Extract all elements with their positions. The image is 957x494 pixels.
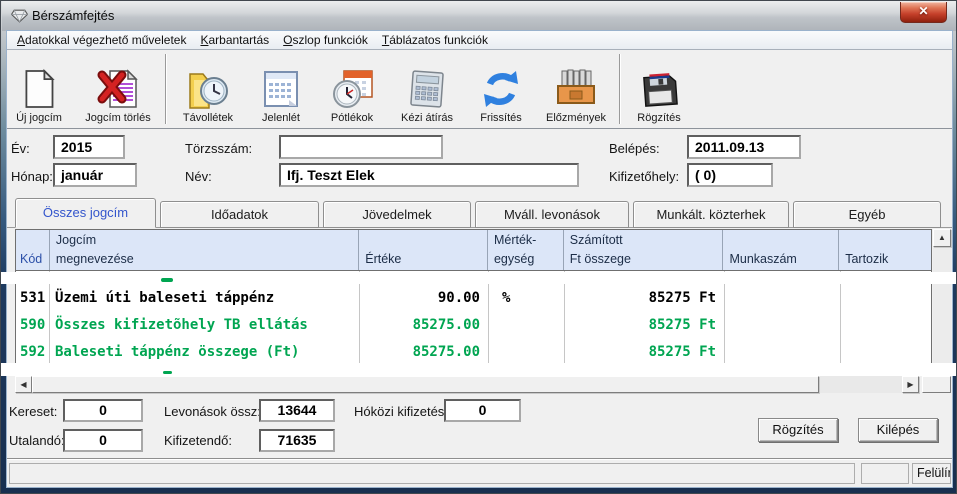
calendar-icon [259,67,303,111]
table-body: 531 Üzemi úti baleseti táppénz 90.00 % 8… [15,271,932,376]
column-header-munkaszam[interactable]: Munkaszám [722,230,838,270]
earnings-input[interactable]: 0 [63,399,143,422]
menu-item-oszlop-funkciok[interactable]: Oszlop funkciók [276,32,375,48]
tab-osszes-jogcim[interactable]: Összes jogcím [15,198,156,228]
vertical-scrollbar[interactable]: ▲ [933,229,951,376]
app-gem-icon [11,7,28,24]
status-panel-secondary [861,463,909,484]
card-file-icon [554,67,598,111]
payable-input[interactable]: 71635 [259,429,335,452]
calculator-icon [405,67,449,111]
menu-item-tablazatos-funkciok[interactable]: Táblázatos funkciók [375,32,495,48]
employee-id-input[interactable] [279,135,443,159]
column-header-mertekegyseg[interactable]: Mérték-egység [487,230,563,270]
folder-clock-icon [186,67,230,111]
employee-id-label: Törzsszám: [185,141,252,156]
scroll-left-button[interactable]: ◀ [15,376,32,393]
table-row[interactable]: 590 Összes kifizetõhely TB ellátás 85275… [16,312,931,339]
scroll-up-button[interactable]: ▲ [933,229,951,247]
menu-bar: Adatokkal végezhető műveletek Karbantart… [7,31,952,50]
midmonth-payment-input[interactable]: 0 [444,399,521,422]
absences-button[interactable]: Távollétek [170,56,246,124]
clock-calendar-icon [330,67,374,111]
tab-egyeb[interactable]: Egyéb [793,201,941,228]
transfer-label: Utalandó: [9,433,65,448]
year-input[interactable]: 2015 [53,135,125,159]
deductions-label: Levonások össz: [164,404,261,419]
new-item-button[interactable]: Új jogcím [9,56,69,124]
scroll-right-button[interactable]: ▶ [902,376,919,393]
new-document-icon [21,67,57,111]
scrollbar-corner [922,376,951,393]
name-label: Név: [185,169,212,184]
deductions-input[interactable]: 13644 [259,399,335,422]
tab-mvall-levonasok[interactable]: Mváll. levonások [475,201,629,228]
tab-munkalt-kozterhek[interactable]: Munkált. közterhek [633,201,789,228]
scroll-right-icon: ▶ [907,380,913,389]
delete-item-button[interactable]: Jogcím törlés [71,56,165,124]
toolbar: Új jogcím Jogcím törlés Távollétek [7,51,952,129]
clipped-row-fragment [163,371,172,374]
table-row[interactable]: 531 Üzemi úti baleseti táppénz 90.00 % 8… [16,285,931,312]
scroll-left-icon: ◀ [20,380,26,389]
app-window: Bérszámfejtés ✕ Adatokkal végezhető műve… [0,0,957,494]
entry-date-input[interactable]: 2011.09.13 [687,135,801,159]
table-header: Kód Jogcímmegnevezése Értéke Mérték-egys… [15,229,932,271]
scroll-up-icon: ▲ [938,233,946,242]
stitch-band [1,272,957,284]
column-header-erteke[interactable]: Értéke [358,230,487,270]
column-header-szamitott[interactable]: SzámítottFt összege [563,230,723,270]
presence-button[interactable]: Jelenlét [248,56,314,124]
payable-label: Kifizetendő: [164,433,232,448]
status-mode-panel: Felülír [912,463,951,484]
supplements-button[interactable]: Pótlékok [318,56,386,124]
clipped-row-fragment [161,278,173,282]
month-label: Hónap: [11,169,53,184]
entry-date-label: Belépés: [609,141,660,156]
payment-office-label: Kifizetőhely: [609,169,679,184]
tab-strip: Összes jogcím Időadatok Jövedelmek Mváll… [7,197,952,228]
toolbar-separator [619,54,620,124]
column-header-tartozik[interactable]: Tartozik [838,230,931,270]
history-button[interactable]: Előzmények [536,56,616,124]
name-input[interactable]: Ifj. Teszt Elek [279,163,579,187]
midmonth-payment-label: Hóközi kifizetés: [354,404,448,419]
status-panel-main [9,463,855,484]
payment-office-input[interactable]: ( 0) [687,163,773,187]
column-header-kod[interactable]: Kód [16,230,49,270]
refresh-icon [481,67,521,111]
year-label: Év: [11,141,30,156]
record-button[interactable]: Rögzítés [758,418,838,442]
menu-item-adatokkal[interactable]: Adatokkal végezhető műveletek [10,32,193,48]
window-title: Bérszámfejtés [32,8,114,23]
menu-item-karbantartas[interactable]: Karbantartás [193,32,276,48]
scrollbar-thumb[interactable] [32,376,819,393]
toolbar-separator [165,54,166,124]
horizontal-scrollbar[interactable]: ◀ ▶ [15,376,919,393]
table-row[interactable]: 592 Baleseti táppénz összege (Ft) 85275.… [16,339,931,366]
record-toolbar-button[interactable]: Rögzítés [626,56,692,124]
refresh-button[interactable]: Frissítés [468,56,534,124]
month-input[interactable]: január [53,163,137,187]
column-header-megnevezes[interactable]: Jogcímmegnevezése [49,230,358,270]
delete-document-icon [96,67,140,111]
close-button[interactable]: ✕ [900,2,947,23]
separator-line [7,458,952,460]
floppy-disk-icon [640,69,678,111]
manual-edit-button[interactable]: Kézi átírás [390,56,464,124]
transfer-input[interactable]: 0 [63,429,143,452]
close-icon: ✕ [918,4,928,18]
earnings-label: Kereset: [9,404,57,419]
tab-jovedelmek[interactable]: Jövedelmek [323,201,471,228]
stitch-band [1,363,957,376]
tab-idoadatok[interactable]: Időadatok [160,201,319,228]
title-bar[interactable]: Bérszámfejtés ✕ [2,1,957,31]
exit-button[interactable]: Kilépés [858,418,938,442]
